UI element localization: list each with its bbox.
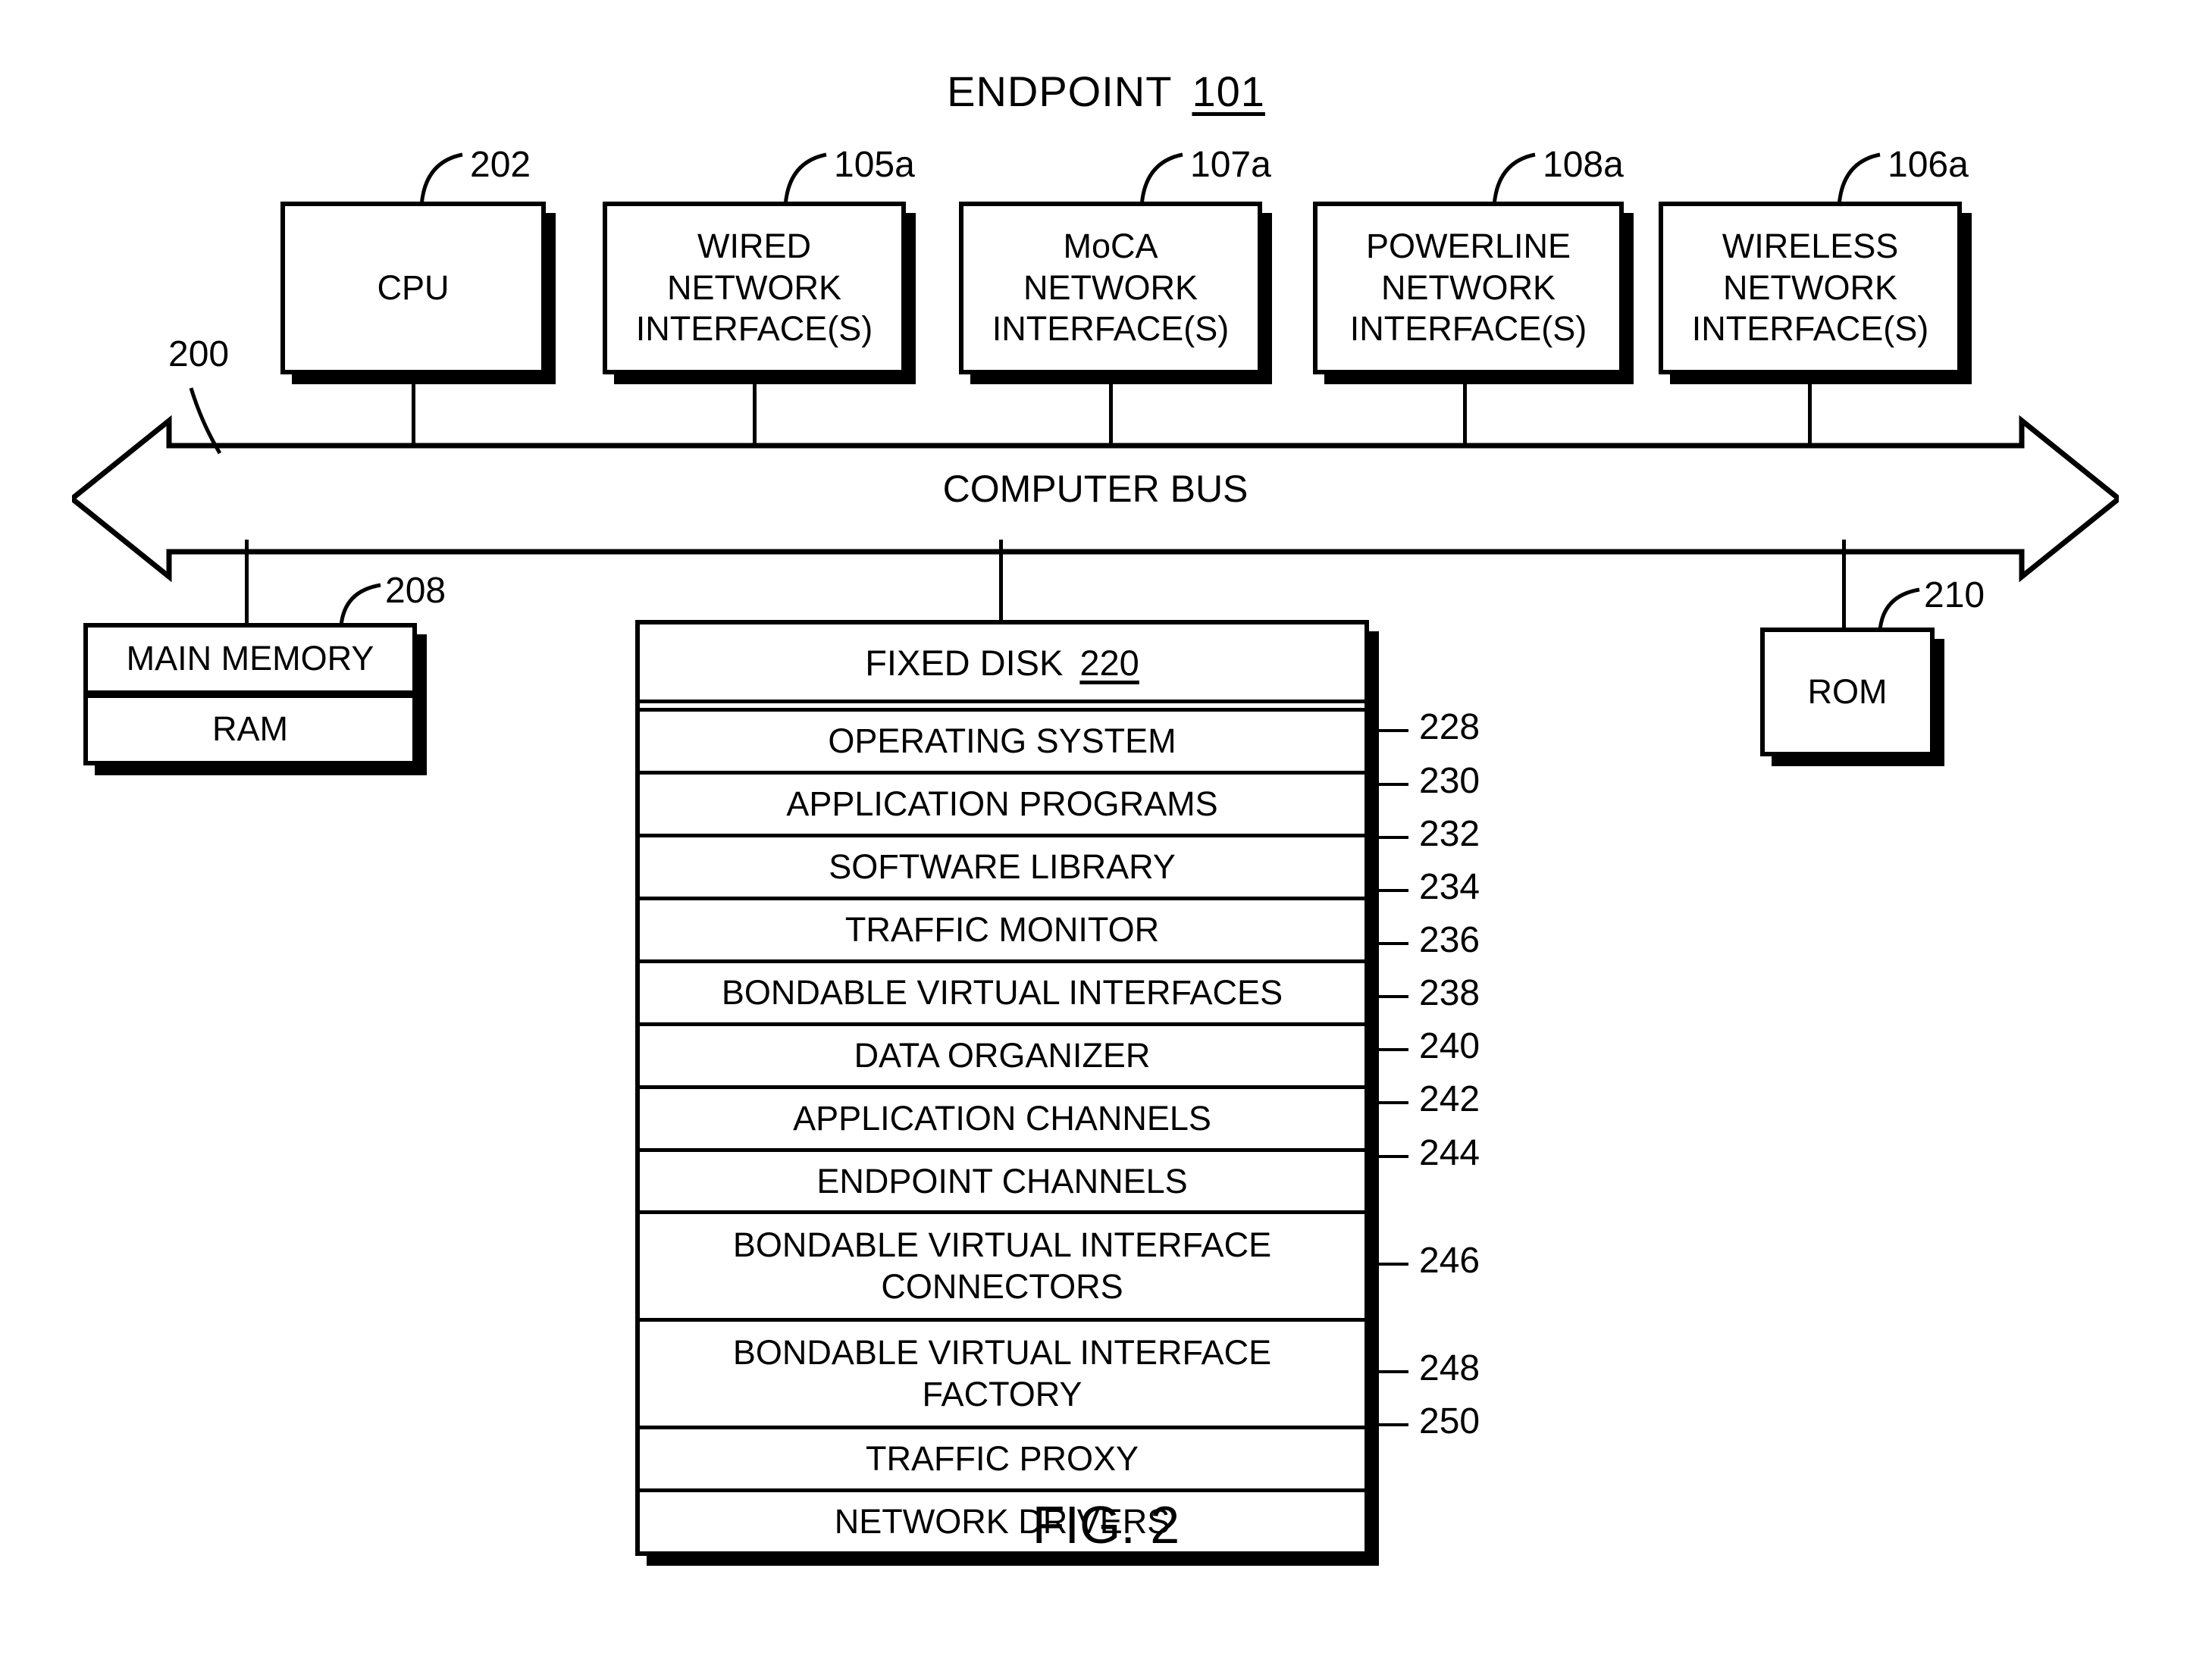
component-box-fixed-disk: FIXED DISK 220 OPERATING SYSTEM APPLICATI… <box>635 620 1369 1556</box>
ref-number-250: 250 <box>1419 1401 1480 1441</box>
patent-figure-canvas: ENDPOINT 101 CPU WIRED NETWORK INTERFACE(… <box>0 0 2212 1662</box>
figure-title: ENDPOINT 101 <box>0 67 2212 116</box>
fixed-disk-row: SOFTWARE LIBRARY <box>640 837 1364 900</box>
leader-tick-244 <box>1378 1155 1408 1158</box>
connector-bus-to-fixed-disk <box>999 540 1003 624</box>
ref-number-242: 242 <box>1419 1079 1480 1119</box>
ref-number-238: 238 <box>1419 973 1480 1013</box>
leader-line-208 <box>339 583 381 627</box>
leader-line-105a <box>783 152 827 207</box>
leader-line-202 <box>419 152 463 207</box>
wireless-label-line2: NETWORK <box>1723 268 1897 307</box>
ref-number-210: 210 <box>1924 575 1985 615</box>
fixed-disk-row: APPLICATION CHANNELS <box>640 1089 1364 1152</box>
fixed-disk-row: BONDABLE VIRTUAL INTERFACE CONNECTORS <box>640 1214 1364 1322</box>
fixed-disk-header-label: FIXED DISK <box>865 643 1064 683</box>
fixed-disk-row: BONDABLE VIRTUAL INTERFACE FACTORY <box>640 1322 1364 1430</box>
wireless-label-line3: INTERFACE(S) <box>1691 309 1929 349</box>
ram-label: RAM <box>88 694 412 761</box>
ref-number-240: 240 <box>1419 1026 1480 1066</box>
ref-number-108a: 108a <box>1543 145 1624 185</box>
component-box-wired-network-interface: WIRED NETWORK INTERFACE(S) <box>603 202 906 374</box>
ref-number-208: 208 <box>385 571 446 611</box>
powerline-label-line1: POWERLINE <box>1365 226 1571 265</box>
leader-line-200 <box>189 387 222 455</box>
figure-title-label: ENDPOINT <box>947 67 1173 115</box>
leader-tick-242 <box>1378 1101 1408 1104</box>
fixed-disk-header-divider <box>640 703 1364 712</box>
component-box-powerline-network-interface: POWERLINE NETWORK INTERFACE(S) <box>1313 202 1624 374</box>
ref-number-107a: 107a <box>1190 145 1271 185</box>
ref-number-105a: 105a <box>834 145 915 185</box>
leader-tick-234 <box>1378 889 1408 892</box>
ref-number-232: 232 <box>1419 814 1480 854</box>
wired-label-line3: INTERFACE(S) <box>635 309 873 349</box>
leader-line-210 <box>1878 587 1920 631</box>
ref-number-244: 244 <box>1419 1133 1480 1173</box>
figure-caption: FIG. 2 <box>1032 1495 1180 1554</box>
figure-title-ref: 101 <box>1192 67 1265 115</box>
ref-number-200: 200 <box>168 334 230 374</box>
fixed-disk-row: BONDABLE VIRTUAL INTERFACES <box>640 963 1364 1026</box>
wired-label-line1: WIRED <box>697 226 811 265</box>
ref-number-228: 228 <box>1419 707 1480 747</box>
component-box-moca-network-interface: MoCA NETWORK INTERFACE(S) <box>959 202 1262 374</box>
wired-label-line2: NETWORK <box>667 268 841 307</box>
cpu-label: CPU <box>377 268 450 307</box>
fixed-disk-row: TRAFFIC PROXY <box>640 1429 1364 1492</box>
ref-number-230: 230 <box>1419 761 1480 801</box>
ref-number-246: 246 <box>1419 1241 1480 1281</box>
leader-tick-248 <box>1378 1370 1408 1373</box>
leader-tick-228 <box>1378 729 1408 732</box>
leader-tick-236 <box>1378 942 1408 945</box>
fixed-disk-row: TRAFFIC MONITOR <box>640 900 1364 963</box>
component-box-main-memory: MAIN MEMORY RAM <box>83 623 417 765</box>
leader-tick-230 <box>1378 783 1408 786</box>
leader-tick-232 <box>1378 836 1408 839</box>
ref-number-236: 236 <box>1419 920 1480 960</box>
leader-line-106a <box>1837 152 1881 207</box>
wireless-label-line1: WIRELESS <box>1722 226 1899 265</box>
ref-number-106a: 106a <box>1888 145 1969 185</box>
ref-number-248: 248 <box>1419 1348 1480 1388</box>
moca-label-line2: NETWORK <box>1023 268 1198 307</box>
leader-line-107a <box>1139 152 1183 207</box>
fixed-disk-row: OPERATING SYSTEM <box>640 712 1364 775</box>
rom-label: ROM <box>1807 671 1888 711</box>
powerline-label-line2: NETWORK <box>1381 268 1556 307</box>
computer-bus-label: COMPUTER BUS <box>942 468 1249 510</box>
leader-tick-238 <box>1378 995 1408 998</box>
fixed-disk-header: FIXED DISK 220 <box>640 624 1364 704</box>
ref-number-234: 234 <box>1419 867 1480 907</box>
main-memory-label: MAIN MEMORY <box>88 628 412 694</box>
component-box-wireless-network-interface: WIRELESS NETWORK INTERFACE(S) <box>1659 202 1962 374</box>
moca-label-line1: MoCA <box>1063 226 1158 265</box>
fixed-disk-row: APPLICATION PROGRAMS <box>640 775 1364 838</box>
leader-tick-250 <box>1378 1423 1408 1426</box>
ref-number-202: 202 <box>470 145 531 185</box>
fixed-disk-header-ref: 220 <box>1079 643 1139 683</box>
fixed-disk-row: DATA ORGANIZER <box>640 1026 1364 1089</box>
moca-label-line3: INTERFACE(S) <box>992 309 1230 349</box>
leader-line-108a <box>1492 152 1536 207</box>
connector-bus-to-main-memory <box>245 540 249 624</box>
fixed-disk-row: ENDPOINT CHANNELS <box>640 1152 1364 1215</box>
leader-tick-246 <box>1378 1263 1408 1266</box>
component-box-rom: ROM <box>1760 628 1935 756</box>
component-box-cpu: CPU <box>280 202 546 374</box>
leader-tick-240 <box>1378 1048 1408 1051</box>
powerline-label-line3: INTERFACE(S) <box>1349 309 1587 349</box>
connector-bus-to-rom <box>1842 540 1846 629</box>
